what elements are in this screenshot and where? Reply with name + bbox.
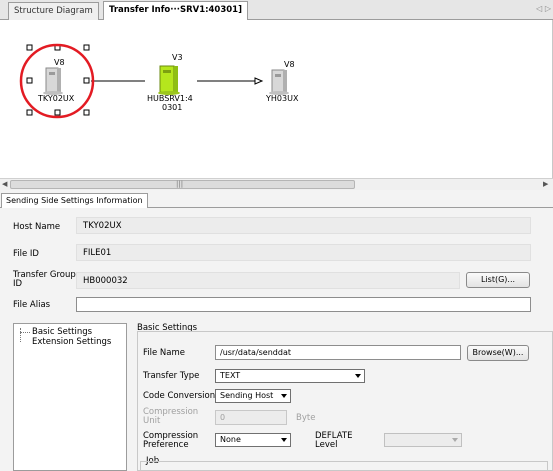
code-conversion-select[interactable]: Sending Host: [215, 389, 291, 403]
compression-preference-value: None: [220, 435, 241, 444]
list-button[interactable]: List(G)...: [466, 272, 530, 288]
server-icon[interactable]: [269, 69, 289, 95]
deflate-level-select: [384, 433, 462, 447]
chevron-down-icon: [281, 438, 287, 442]
server-icon[interactable]: [43, 67, 63, 95]
file-id-label: File ID: [13, 249, 39, 259]
node-name-label: TKY02UX: [38, 94, 75, 103]
transfer-group-label-line1: Transfer Group: [13, 270, 76, 280]
hub-server-icon[interactable]: [158, 65, 180, 95]
transfer-type-label: Transfer Type: [143, 371, 200, 381]
chevron-down-icon: [452, 438, 458, 442]
byte-unit-label: Byte: [296, 413, 316, 423]
scrollbar-thumb[interactable]: |||: [10, 180, 355, 189]
compression-preference-label: Compression Preference: [143, 432, 198, 450]
tree-line: [20, 328, 21, 342]
compression-preference-select[interactable]: None: [215, 433, 291, 447]
browse-button[interactable]: Browse(W)...: [467, 345, 529, 361]
transfer-group-field: HB000032: [76, 272, 460, 289]
compression-preference-label-line2: Preference: [143, 440, 189, 450]
chevron-down-icon: [355, 374, 361, 378]
compression-unit-label-line2: Unit: [143, 416, 161, 426]
file-alias-label: File Alias: [13, 300, 51, 310]
file-name-label: File Name: [143, 348, 186, 358]
tree-line: [20, 332, 30, 333]
tab-sending-side-settings[interactable]: Sending Side Settings Information: [1, 193, 148, 208]
node-name-label: YH03UX: [266, 94, 299, 103]
deflate-level-label-line2: Level: [315, 440, 338, 450]
node-version-label: V3: [172, 53, 183, 62]
file-name-input[interactable]: /usr/data/senddat: [215, 345, 461, 360]
job-group: [140, 461, 548, 471]
compression-unit-input: 0: [215, 410, 287, 425]
transfer-type-select[interactable]: TEXT: [215, 369, 365, 383]
file-alias-input[interactable]: [76, 297, 531, 312]
node-name-label-line2: 0301: [162, 103, 183, 112]
host-name-label: Host Name: [13, 222, 61, 232]
tree-item-extension-settings[interactable]: Extension Settings: [32, 337, 111, 347]
transfer-type-value: TEXT: [220, 371, 241, 380]
node-name-label: HUBSRV1:4: [147, 94, 193, 103]
tab-scroll-arrows[interactable]: ◁ ▷: [536, 4, 551, 13]
tree-item-basic-settings[interactable]: Basic Settings: [32, 327, 92, 337]
settings-tree: Basic Settings Extension Settings: [13, 323, 127, 471]
horizontal-scrollbar[interactable]: ◀ ||| ▶: [0, 178, 553, 190]
structure-diagram-canvas: V8 TKY02UX V3 HUBSRV1:4 0301 V8 YH03UX: [0, 20, 553, 178]
scroll-grip: |||: [176, 180, 184, 188]
transfer-group-label: Transfer Group ID: [13, 271, 76, 289]
arrowhead-icon: [254, 77, 264, 85]
tab-structure-diagram[interactable]: Structure Diagram: [8, 2, 99, 20]
tab-transfer-info[interactable]: Transfer Info···SRV1:40301]: [103, 1, 248, 21]
compression-unit-label: Compression Unit: [143, 408, 198, 426]
code-conversion-value: Sending Host: [220, 391, 274, 400]
node-version-label: V8: [284, 60, 295, 69]
deflate-level-label: DEFLATE Level: [315, 432, 352, 450]
scroll-right-icon[interactable]: ▶: [543, 180, 548, 188]
code-conversion-label: Code Conversion: [143, 391, 216, 401]
chevron-down-icon: [281, 394, 287, 398]
scroll-left-icon[interactable]: ◀: [2, 180, 7, 188]
transfer-group-label-line2: ID: [13, 279, 23, 289]
file-id-field: FILE01: [76, 244, 531, 261]
node-version-label: V8: [54, 58, 65, 67]
host-name-field: TKY02UX: [76, 217, 531, 234]
